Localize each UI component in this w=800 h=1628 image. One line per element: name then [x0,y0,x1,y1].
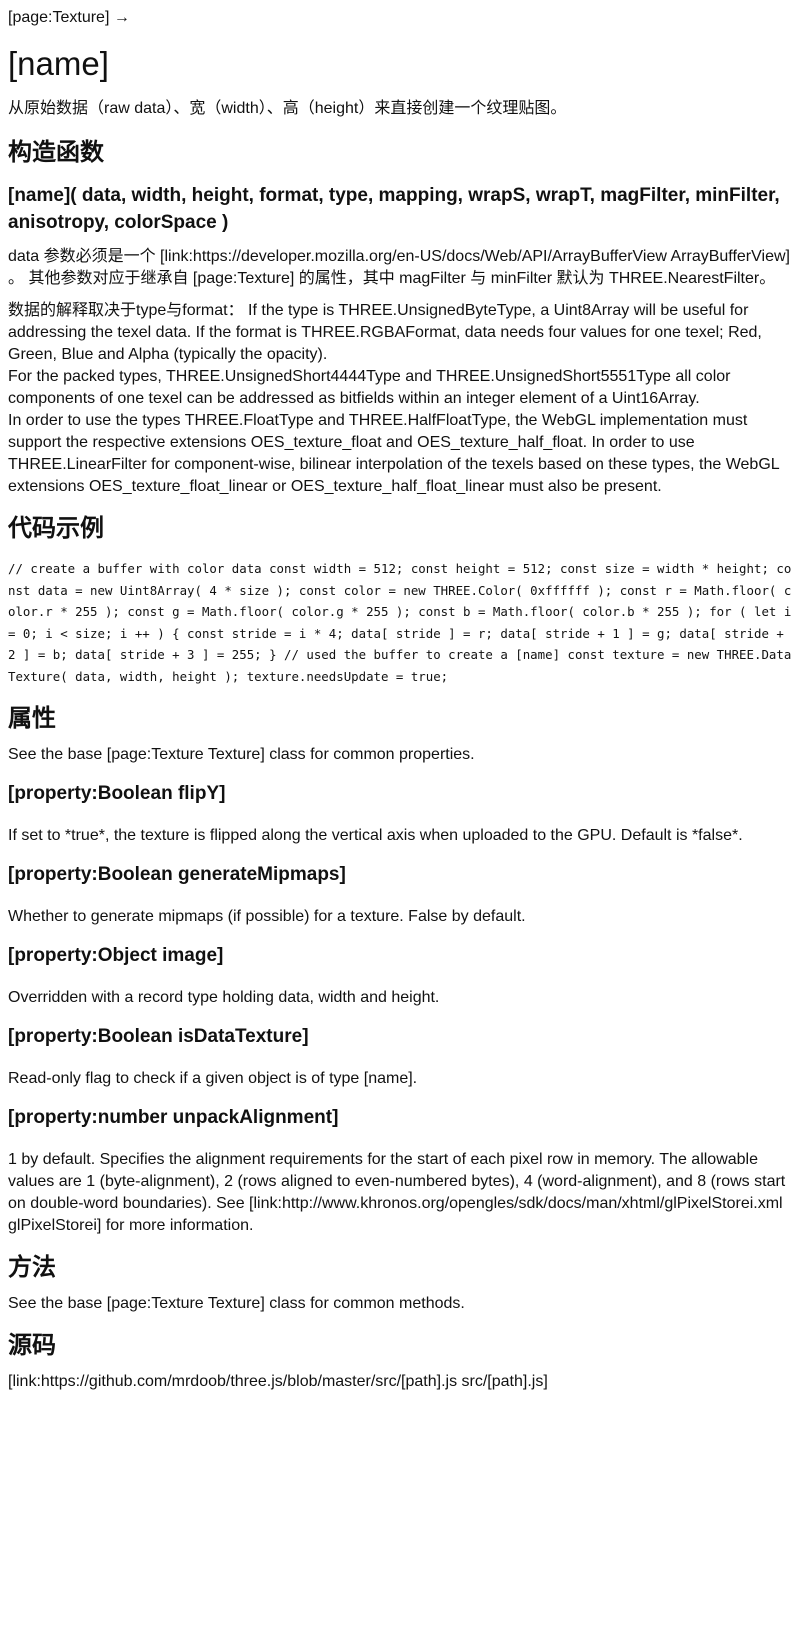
source-link[interactable]: [link:https://github.com/mrdoob/three.js… [8,1371,792,1393]
intro-text: 从原始数据（raw data）、宽（width）、高（height）来直接创建一… [8,100,567,117]
doc-page: [page:Texture] → [name] 从原始数据（raw data）、… [0,0,800,1393]
methods-heading: 方法 [8,1253,56,1281]
properties-base-note: See the base [page:Texture Texture] clas… [8,745,475,763]
property-image-description: Overridden with a record type holding da… [8,988,440,1006]
property-generateMipmaps-description: Whether to generate mipmaps (if possible… [8,907,526,925]
properties-heading: 属性 [8,704,56,732]
property-image-name: [property:Object image] [8,944,224,966]
property-isDataTexture-description: Read-only flag to check if a given objec… [8,1069,418,1087]
constructor-signature: [name]( data, width, height, format, typ… [8,185,780,233]
constructor-data-description: data 参数必须是一个 [link:https://developer.moz… [8,248,790,287]
property-isDataTexture-name: [property:Boolean isDataTexture] [8,1025,309,1047]
example-heading: 代码示例 [8,515,104,542]
methods-base-note: See the base [page:Texture Texture] clas… [8,1294,465,1312]
property-flipY-description: If set to *true*, the texture is flipped… [8,826,743,844]
format-paragraph-float: In order to use the types THREE.FloatTyp… [8,412,780,495]
constructor-heading: 构造函数 [8,139,104,166]
format-paragraph-type: 数据的解释取决于type与format： If the type is THRE… [8,302,762,363]
format-description: 数据的解释取决于type与format： If the type is THRE… [8,300,792,498]
property-unpackAlignment-description: 1 by default. Specifies the alignment re… [8,1150,786,1234]
property-unpackAlignment-name: [property:number unpackAlignment] [8,1106,339,1128]
property-flipY-name: [property:Boolean flipY] [8,782,226,804]
breadcrumb[interactable]: [page:Texture] → [8,6,792,30]
format-paragraph-packed: For the packed types, THREE.UnsignedShor… [8,368,731,407]
code-example: // create a buffer with color data const… [8,561,792,684]
page-title: [name] [8,45,109,82]
property-generateMipmaps-name: [property:Boolean generateMipmaps] [8,863,346,885]
source-heading: 源码 [8,1331,56,1359]
